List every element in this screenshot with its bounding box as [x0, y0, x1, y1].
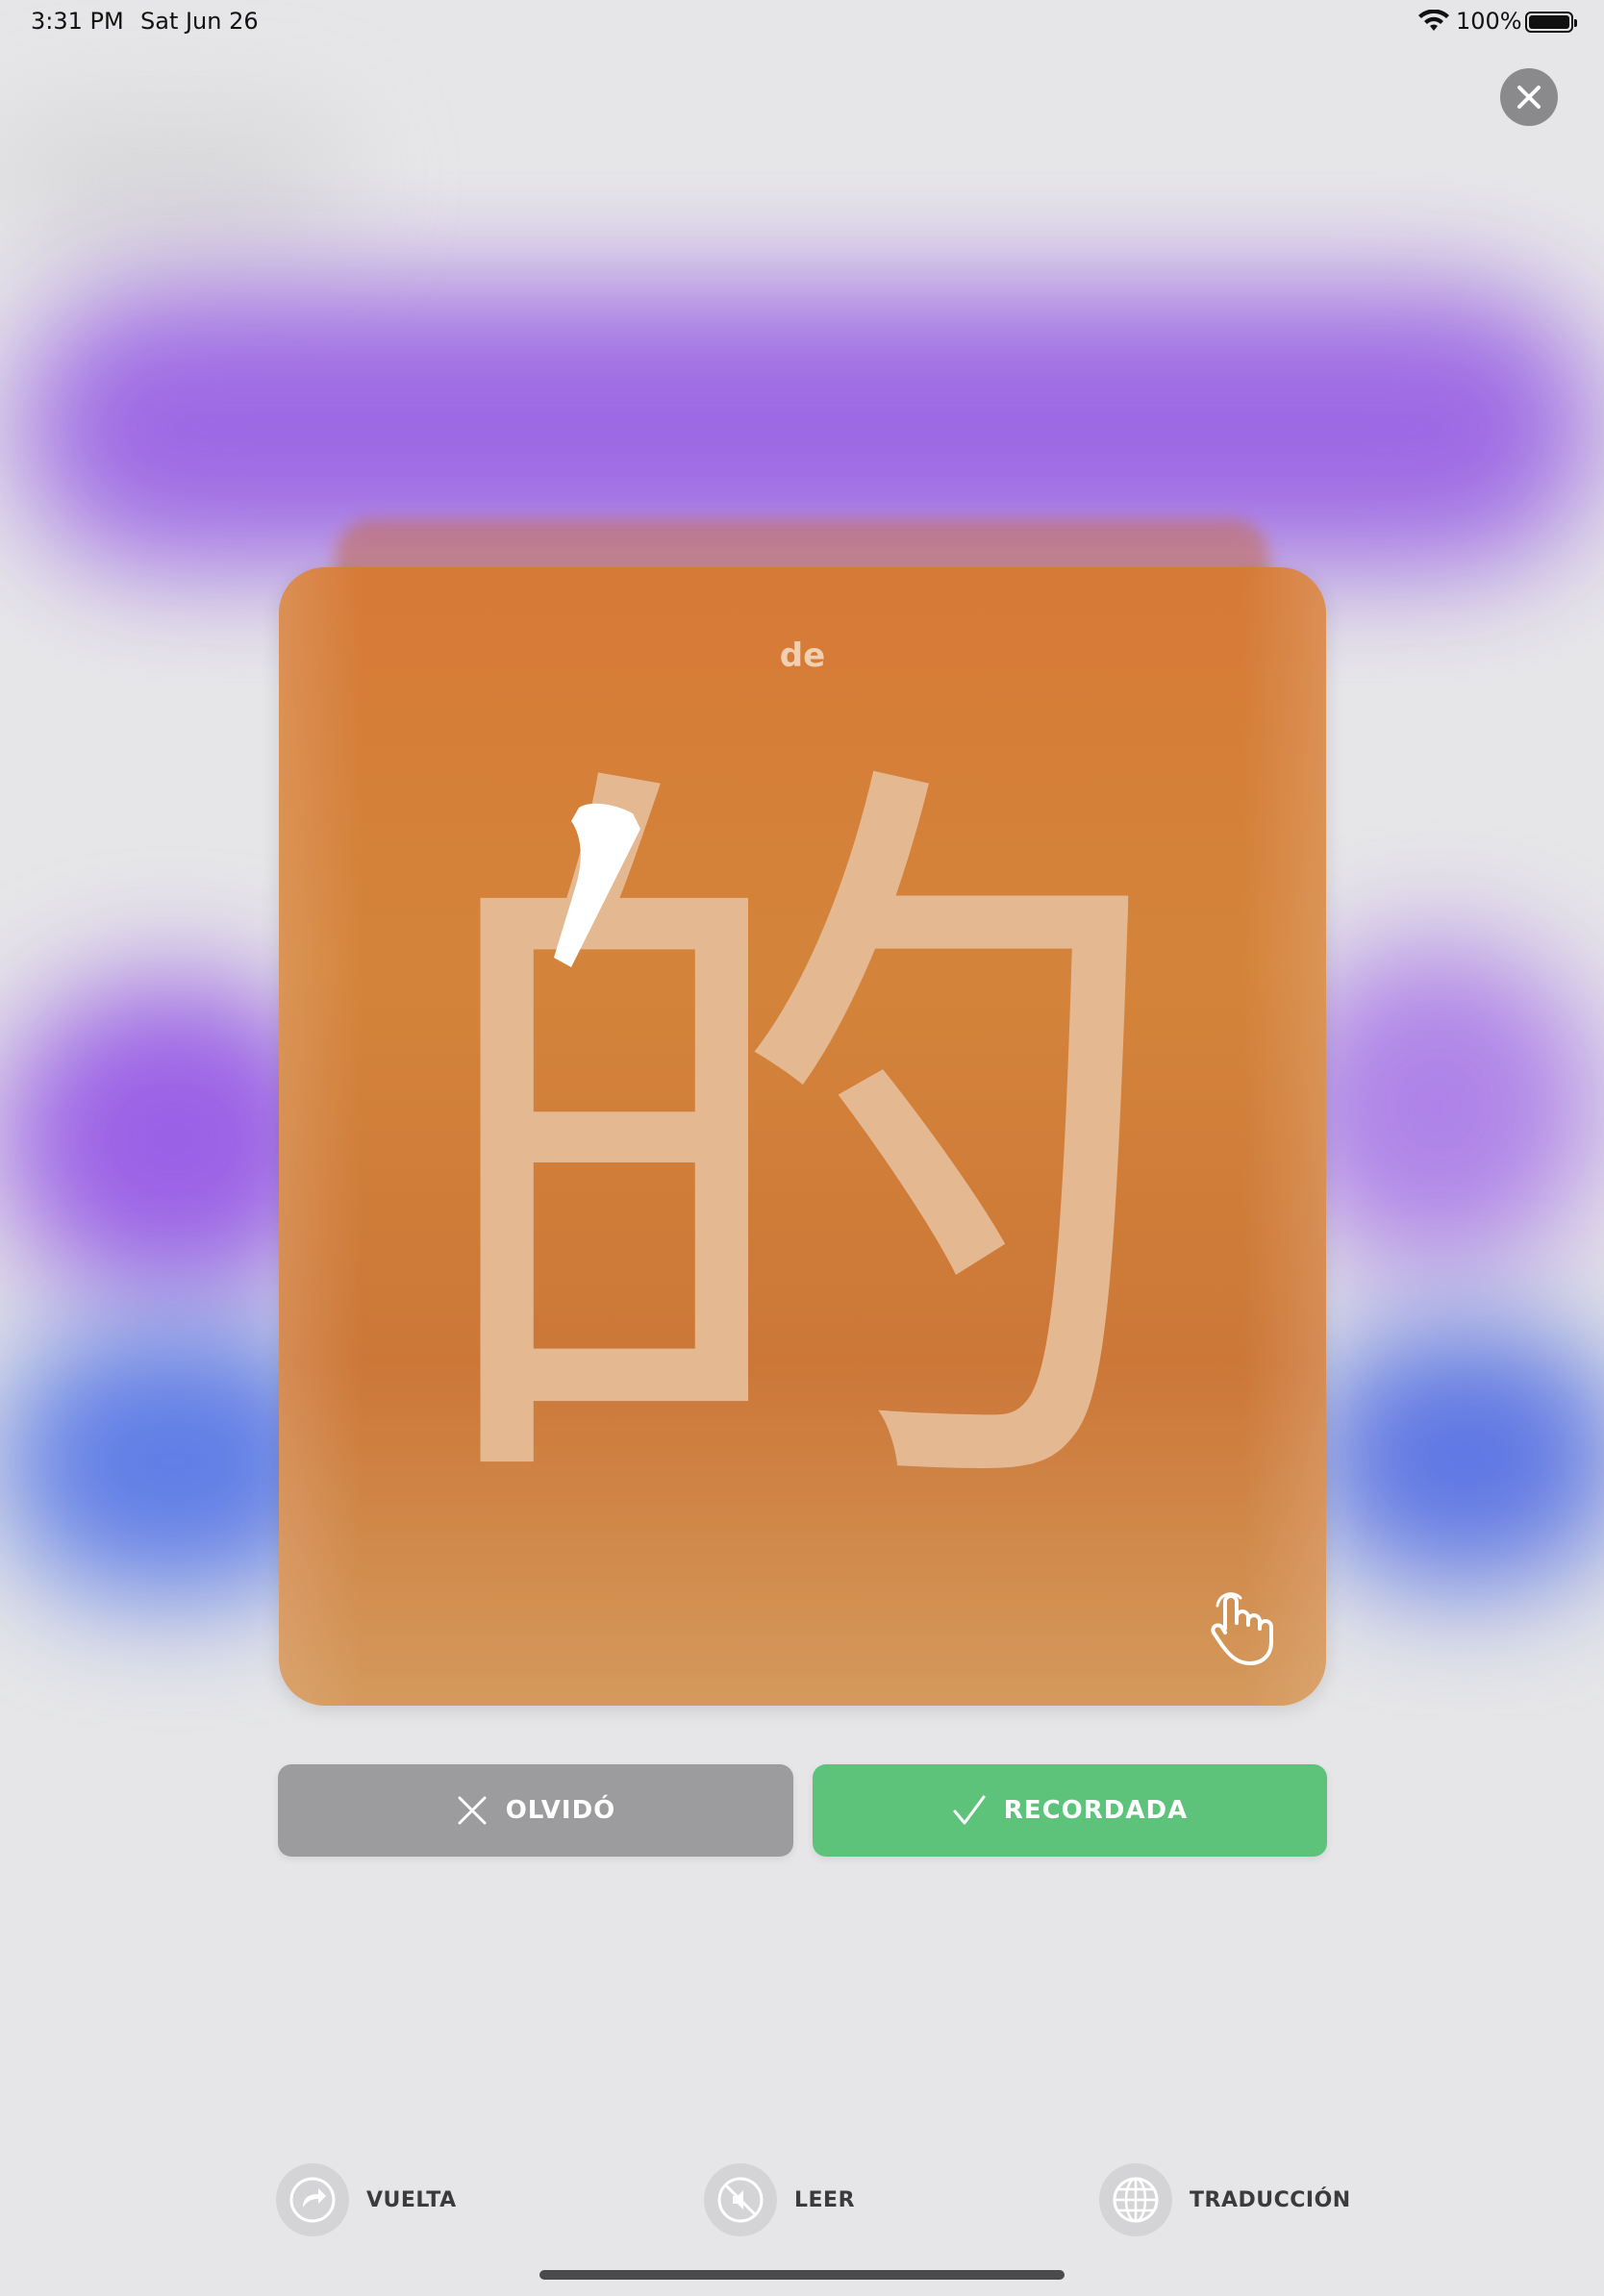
battery-percent: 100% [1456, 8, 1522, 35]
toolbar-translation-button[interactable]: TRADUCCIÓN [1099, 2163, 1351, 2236]
toolbar-read-button[interactable]: LEER [704, 2163, 855, 2236]
hanzi-character: 的 [414, 706, 1183, 1602]
home-indicator[interactable] [539, 2270, 1065, 2280]
close-icon [1517, 86, 1541, 109]
toolbar-flip-label: VUELTA [366, 2187, 457, 2212]
bg-blob [1279, 942, 1596, 1269]
toolbar-flip-button[interactable]: VUELTA [276, 2163, 457, 2236]
checkmark-icon [953, 1795, 986, 1825]
tap-hand-icon[interactable] [1208, 1588, 1275, 1665]
remembered-button[interactable]: RECORDADA [813, 1764, 1327, 1857]
translation-icon-circle [1099, 2163, 1172, 2236]
globe-icon [1113, 2177, 1159, 2223]
bg-blob [0, 125, 346, 240]
status-time: 3:31 PM [31, 8, 124, 35]
read-icon-circle [704, 2163, 777, 2236]
forgot-button[interactable]: OLVIDÓ [278, 1764, 793, 1857]
remembered-label: RECORDADA [1003, 1796, 1189, 1825]
x-icon [458, 1796, 487, 1825]
flip-arrow-icon [289, 2177, 336, 2223]
bg-blob [1308, 1327, 1604, 1586]
toolbar-read-label: LEER [794, 2187, 856, 2212]
stroke-order-highlight [554, 803, 640, 967]
flashcard[interactable]: de 的 [279, 567, 1326, 1706]
status-bar: 3:31 PM Sat Jun 26 100% [0, 0, 1604, 44]
wifi-icon [1418, 10, 1449, 31]
speaker-muted-icon [717, 2177, 764, 2223]
pinyin-label: de [779, 636, 826, 675]
flip-icon-circle [276, 2163, 349, 2236]
toolbar-translation-label: TRADUCCIÓN [1190, 2187, 1351, 2212]
status-date: Sat Jun 26 [140, 8, 259, 35]
battery-icon [1525, 12, 1577, 33]
close-button[interactable] [1500, 68, 1558, 126]
forgot-label: OLVIDÓ [505, 1796, 616, 1825]
